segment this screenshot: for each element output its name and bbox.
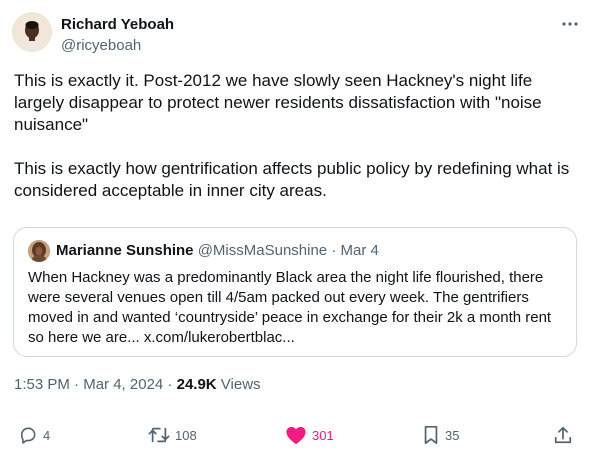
author-handle[interactable]: @ricyeboah	[61, 37, 141, 55]
reply-icon	[20, 427, 36, 444]
share-icon	[554, 426, 572, 444]
more-dots-icon	[562, 22, 578, 26]
tweet-time[interactable]: 1:53 PM	[14, 376, 70, 393]
reply-count: 4	[43, 427, 51, 443]
quoted-date: Mar 4	[340, 242, 379, 259]
quoted-tweet-text: When Hackney was a predominantly Black a…	[28, 269, 552, 346]
quoted-author-avatar	[28, 240, 50, 262]
tweet: Richard Yeboah @ricyeboah This is exactl…	[0, 0, 593, 458]
heart-filled-icon	[286, 426, 306, 445]
tweet-meta: 1:53 PM · Mar 4, 2024 · 24.9K Views	[14, 376, 261, 394]
meta-separator: ·	[69, 376, 84, 393]
bookmark-icon	[424, 425, 438, 445]
more-options-button[interactable]	[556, 14, 584, 34]
tweet-date[interactable]: Mar 4, 2024	[83, 376, 163, 393]
bookmark-button[interactable]: 35	[422, 424, 459, 446]
quoted-separator: ·	[327, 242, 341, 259]
views-count: 24.9K	[176, 376, 217, 393]
quoted-tweet-card[interactable]: Marianne Sunshine @MissMaSunshine · Mar …	[13, 227, 577, 357]
repost-count: 108	[175, 427, 197, 443]
share-button[interactable]	[553, 424, 573, 446]
bookmark-count: 35	[445, 427, 460, 443]
tweet-text: This is exactly it. Post-2012 we have sl…	[14, 71, 570, 200]
quoted-author-handle: @MissMaSunshine	[197, 242, 328, 259]
author-avatar[interactable]	[12, 12, 52, 52]
quoted-author-name: Marianne Sunshine	[56, 242, 194, 259]
reply-button[interactable]: 4	[18, 424, 50, 446]
views-label: Views	[216, 376, 261, 393]
like-count: 301	[312, 427, 334, 443]
meta-separator-2: ·	[163, 376, 177, 393]
quoted-tweet-header: Marianne Sunshine @MissMaSunshine · Mar …	[56, 242, 379, 260]
repost-button[interactable]: 108	[148, 424, 197, 446]
author-name[interactable]: Richard Yeboah	[61, 16, 174, 34]
repost-icon	[148, 427, 170, 443]
like-button[interactable]: 301	[285, 424, 334, 446]
